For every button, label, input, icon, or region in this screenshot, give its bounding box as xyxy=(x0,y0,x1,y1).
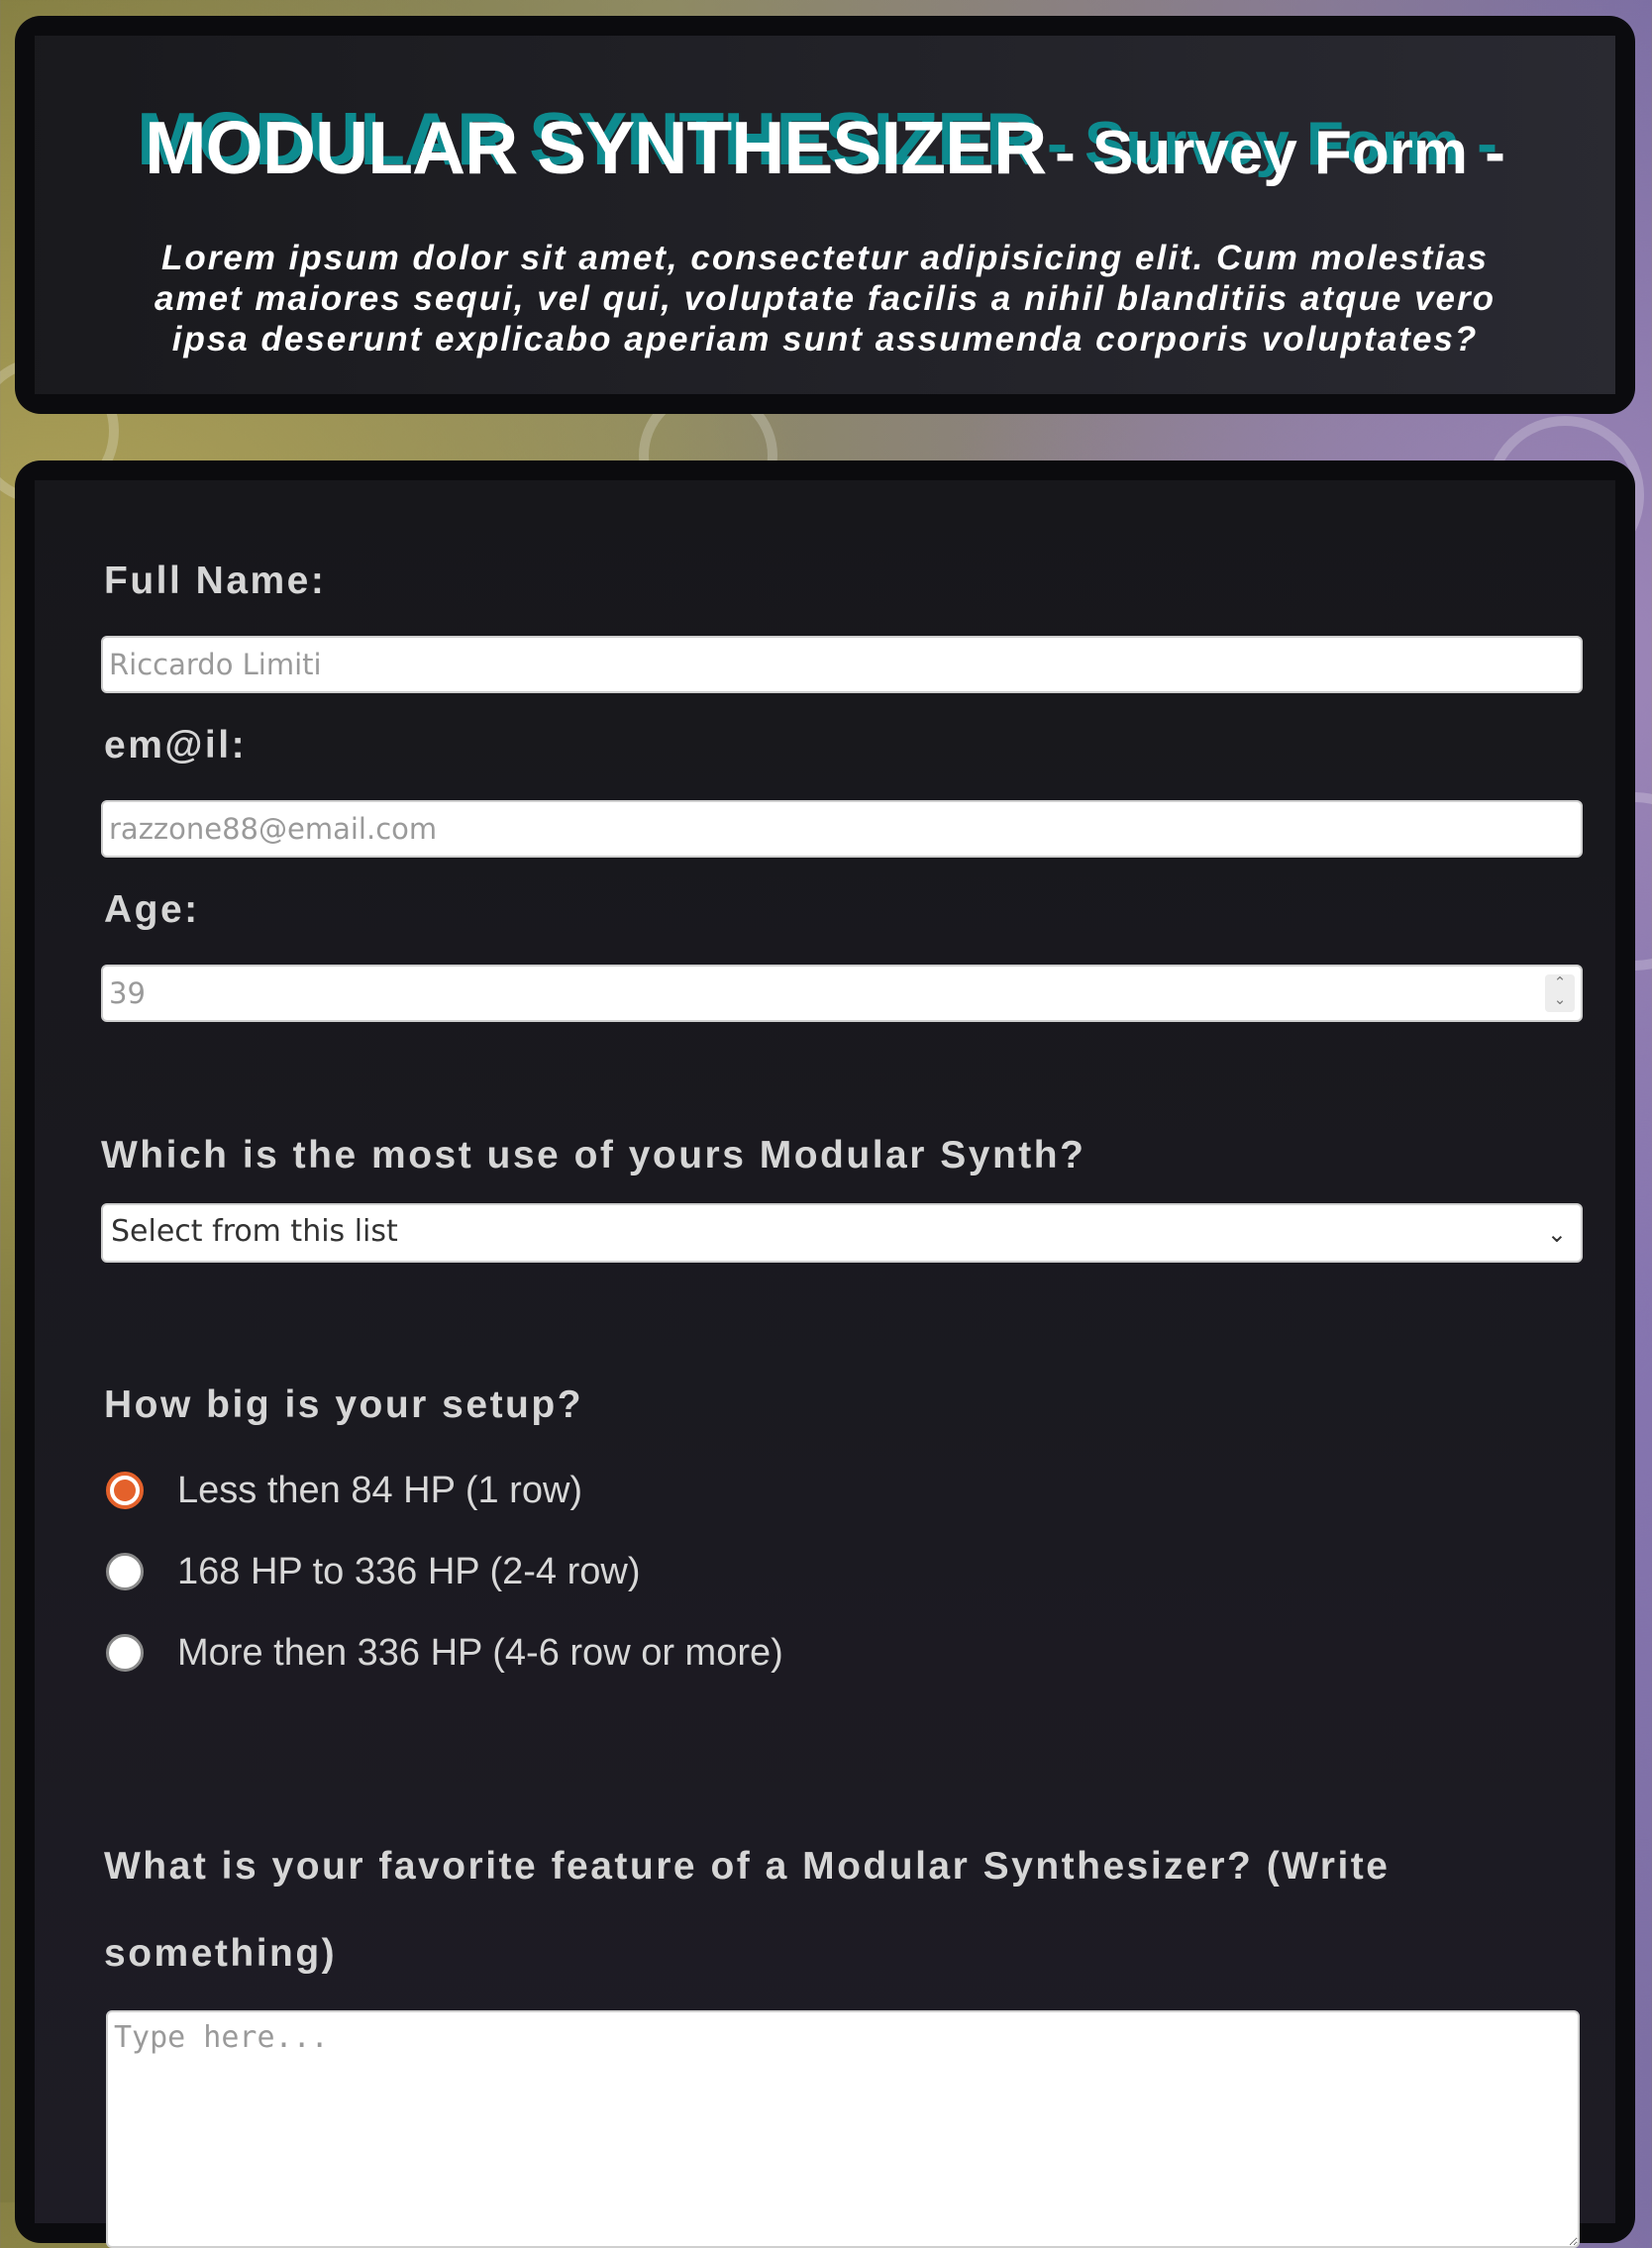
feature-textarea[interactable] xyxy=(106,2010,1580,2248)
setup-option-3[interactable]: More then 336 HP (4-6 row or more) xyxy=(106,1630,783,1676)
age-label: Age: xyxy=(104,888,200,931)
email-label: em@il: xyxy=(104,724,248,766)
setup-question-label: How big is your setup? xyxy=(104,1383,584,1426)
email-input[interactable] xyxy=(101,800,1583,858)
survey-form: Full Name: em@il: Age: ⌃ ⌄ Which is the … xyxy=(35,480,1615,2248)
feature-question-label: What is your favorite feature of a Modul… xyxy=(104,1845,1391,1888)
survey-form-card: Full Name: em@il: Age: ⌃ ⌄ Which is the … xyxy=(15,460,1635,2248)
feature-question-label-cont: something) xyxy=(104,1932,338,1975)
header-card: MODULAR SYNTHESIZER - Survey Form - Lore… xyxy=(15,16,1635,414)
header-panel: MODULAR SYNTHESIZER - Survey Form - Lore… xyxy=(35,36,1615,394)
title-main: MODULAR SYNTHESIZER xyxy=(145,106,1047,189)
stepper-down-icon[interactable]: ⌄ xyxy=(1545,991,1575,1008)
age-input[interactable] xyxy=(101,965,1583,1022)
page-title: MODULAR SYNTHESIZER - Survey Form - xyxy=(35,36,1615,190)
setup-radio-1[interactable] xyxy=(106,1472,144,1509)
stepper-up-icon[interactable]: ⌃ xyxy=(1545,974,1575,991)
full-name-label: Full Name: xyxy=(104,560,327,602)
page-description: Lorem ipsum dolor sit amet, consectetur … xyxy=(155,239,1496,358)
setup-option-label: Less then 84 HP (1 row) xyxy=(177,1469,583,1511)
chevron-down-icon: ⌄ xyxy=(1546,1220,1567,1248)
title-sub: - Survey Form - xyxy=(1055,119,1505,187)
use-question-label: Which is the most use of yours Modular S… xyxy=(101,1134,1086,1176)
setup-radio-3[interactable] xyxy=(106,1634,144,1672)
setup-option-label: More then 336 HP (4-6 row or more) xyxy=(177,1631,783,1674)
age-field: ⌃ ⌄ xyxy=(101,965,1583,1022)
setup-option-2[interactable]: 168 HP to 336 HP (2-4 row) xyxy=(106,1549,641,1594)
age-stepper[interactable]: ⌃ ⌄ xyxy=(1545,974,1575,1012)
use-select-value: Select from this list xyxy=(111,1214,398,1249)
setup-radio-2[interactable] xyxy=(106,1553,144,1590)
use-select[interactable]: Select from this list ⌄ xyxy=(101,1203,1583,1263)
setup-option-1[interactable]: Less then 84 HP (1 row) xyxy=(106,1468,582,1513)
setup-option-label: 168 HP to 336 HP (2-4 row) xyxy=(177,1550,641,1592)
full-name-input[interactable] xyxy=(101,636,1583,693)
